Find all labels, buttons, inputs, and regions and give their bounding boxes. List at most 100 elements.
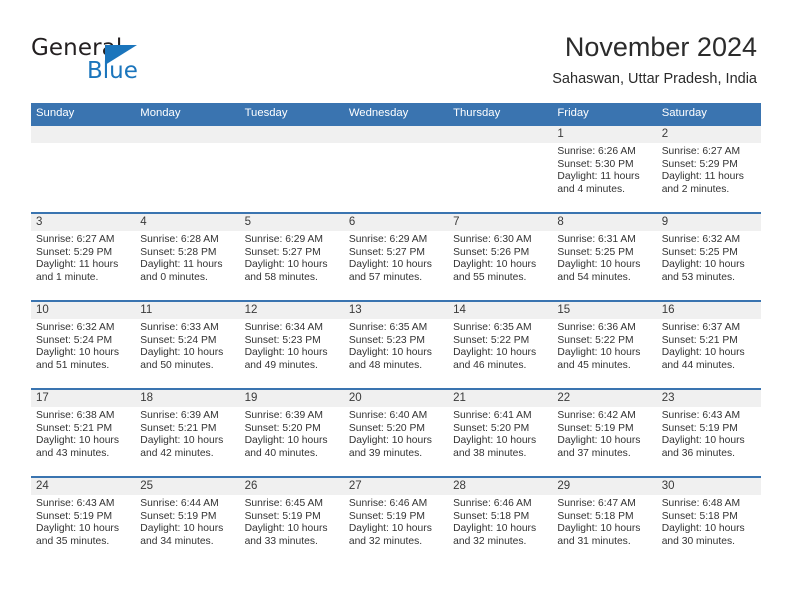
day-number: 18 — [140, 392, 154, 404]
sunset-text: Sunset: 5:19 PM — [348, 510, 425, 522]
sunrise-text: Sunrise: 6:39 AM — [244, 410, 323, 421]
day-number-band: 11 — [135, 302, 240, 319]
daylight-text: Daylight: 10 hours and 39 minutes. — [348, 435, 432, 459]
day-number: 9 — [661, 216, 669, 228]
calendar-day-cell[interactable]: 22 Sunrise: 6:42 AM Sunset: 5:19 PM Dayligh… — [552, 390, 657, 476]
day-number-band — [135, 126, 240, 143]
calendar-day-cell[interactable]: 17 Sunrise: 6:38 AM Sunset: 5:21 PM Dayligh… — [31, 390, 136, 476]
daylight-text: Daylight: 11 hours and 1 minute. — [36, 259, 119, 283]
sunrise-text: Sunrise: 6:32 AM — [661, 234, 741, 245]
day-number-band: 23 — [656, 390, 761, 407]
dow-saturday: Saturday — [661, 107, 707, 119]
sun-info: Sunrise: 6:34 AM Sunset: 5:23 PM Daylight:… — [240, 319, 344, 372]
calendar-day-cell-empty — [448, 126, 553, 212]
sun-info: Sunrise: 6:27 AM Sunset: 5:29 PM Daylight:… — [31, 231, 135, 284]
day-number-band: 10 — [31, 302, 136, 319]
sunrise-text: Sunrise: 6:35 AM — [453, 322, 532, 333]
calendar-day-cell[interactable]: 16 Sunrise: 6:37 AM Sunset: 5:21 PM Dayligh… — [656, 302, 761, 388]
sunrise-text: Sunrise: 6:41 AM — [453, 410, 532, 421]
dow-wednesday: Wednesday — [348, 107, 409, 119]
calendar-day-cell[interactable]: 21 Sunrise: 6:41 AM Sunset: 5:20 PM Dayligh… — [448, 390, 553, 476]
calendar-day-cell[interactable]: 26 Sunrise: 6:45 AM Sunset: 5:19 PM Dayligh… — [239, 478, 344, 568]
sunset-text: Sunset: 5:19 PM — [661, 422, 738, 434]
calendar-day-cell[interactable]: 20 Sunrise: 6:40 AM Sunset: 5:20 PM Dayligh… — [343, 390, 449, 476]
sun-info: Sunrise: 6:42 AM Sunset: 5:19 PM Daylight:… — [552, 407, 656, 460]
day-number: 13 — [348, 304, 362, 316]
sun-info: Sunrise: 6:39 AM Sunset: 5:20 PM Daylight:… — [240, 407, 344, 460]
calendar-day-cell[interactable]: 28 Sunrise: 6:46 AM Sunset: 5:18 PM Dayligh… — [448, 478, 553, 568]
calendar-day-cell[interactable]: 3 Sunrise: 6:27 AM Sunset: 5:29 PM Daylight… — [31, 214, 136, 300]
sun-info: Sunrise: 6:43 AM Sunset: 5:19 PM Daylight:… — [31, 495, 135, 548]
sun-info: Sunrise: 6:30 AM Sunset: 5:26 PM Daylight:… — [448, 231, 552, 284]
calendar-day-cell[interactable]: 23 Sunrise: 6:43 AM Sunset: 5:19 PM Dayligh… — [656, 390, 761, 476]
calendar-week-row: 1 Sunrise: 6:26 AM Sunset: 5:30 PM Daylight… — [31, 124, 761, 212]
sunset-text: Sunset: 5:18 PM — [453, 510, 530, 522]
calendar-day-cell[interactable]: 19 Sunrise: 6:39 AM Sunset: 5:20 PM Dayligh… — [239, 390, 344, 476]
sun-info: Sunrise: 6:39 AM Sunset: 5:21 PM Daylight:… — [135, 407, 239, 460]
daylight-text: Daylight: 10 hours and 34 minutes. — [140, 523, 224, 547]
calendar-day-cell[interactable]: 29 Sunrise: 6:47 AM Sunset: 5:18 PM Dayligh… — [552, 478, 657, 568]
calendar-day-cell[interactable]: 10 Sunrise: 6:32 AM Sunset: 5:24 PM Dayligh… — [31, 302, 136, 388]
calendar-day-cell[interactable]: 30 Sunrise: 6:48 AM Sunset: 5:18 PM Dayligh… — [656, 478, 761, 568]
calendar-day-cell[interactable]: 2 Sunrise: 6:27 AM Sunset: 5:29 PM Daylight… — [656, 126, 761, 212]
calendar-day-cell[interactable]: 24 Sunrise: 6:43 AM Sunset: 5:19 PM Dayligh… — [31, 478, 136, 568]
sunrise-text: Sunrise: 6:26 AM — [557, 146, 636, 157]
calendar-day-cell[interactable]: 9 Sunrise: 6:32 AM Sunset: 5:25 PM Daylight… — [656, 214, 761, 300]
day-number: 29 — [557, 480, 571, 492]
day-number-band: 24 — [31, 478, 136, 495]
daylight-text: Daylight: 10 hours and 35 minutes. — [36, 523, 119, 547]
calendar-day-cell[interactable]: 11 Sunrise: 6:33 AM Sunset: 5:24 PM Dayligh… — [135, 302, 240, 388]
day-number: 8 — [557, 216, 564, 228]
day-number-band: 18 — [135, 390, 240, 407]
calendar-day-cell[interactable]: 18 Sunrise: 6:39 AM Sunset: 5:21 PM Dayligh… — [135, 390, 240, 476]
calendar-day-cell[interactable]: 25 Sunrise: 6:44 AM Sunset: 5:19 PM Dayligh… — [135, 478, 240, 568]
sun-info: Sunrise: 6:32 AM Sunset: 5:24 PM Daylight:… — [31, 319, 135, 372]
calendar-day-cell[interactable]: 4 Sunrise: 6:28 AM Sunset: 5:28 PM Daylight… — [135, 214, 240, 300]
sun-info: Sunrise: 6:45 AM Sunset: 5:19 PM Daylight:… — [240, 495, 344, 548]
daylight-text: Daylight: 10 hours and 49 minutes. — [244, 347, 328, 371]
sunrise-text: Sunrise: 6:45 AM — [244, 498, 323, 509]
calendar-week-row: 24 Sunrise: 6:43 AM Sunset: 5:19 PM Dayligh… — [31, 476, 761, 568]
day-number: 12 — [244, 304, 258, 316]
calendar-day-cell[interactable]: 13 Sunrise: 6:35 AM Sunset: 5:23 PM Dayligh… — [343, 302, 449, 388]
daylight-text: Daylight: 10 hours and 30 minutes. — [661, 523, 745, 547]
daylight-text: Daylight: 10 hours and 53 minutes. — [661, 259, 745, 283]
sunrise-text: Sunrise: 6:37 AM — [661, 322, 741, 333]
sun-info: Sunrise: 6:28 AM Sunset: 5:28 PM Daylight:… — [135, 231, 239, 284]
day-of-week-header: Sunday Monday Tuesday Wednesday Thursday… — [31, 103, 761, 124]
logo-text-blue: Blue — [87, 58, 138, 84]
sun-info: Sunrise: 6:38 AM Sunset: 5:21 PM Daylight:… — [31, 407, 135, 460]
day-number-band: 5 — [239, 214, 344, 231]
day-number-band — [448, 126, 553, 143]
calendar-day-cell[interactable]: 15 Sunrise: 6:36 AM Sunset: 5:22 PM Dayligh… — [552, 302, 657, 388]
daylight-text: Daylight: 10 hours and 32 minutes. — [453, 523, 537, 547]
day-number: 4 — [140, 216, 147, 228]
sunset-text: Sunset: 5:20 PM — [348, 422, 425, 434]
page-title: November 2024 — [564, 32, 757, 62]
day-number: 7 — [453, 216, 460, 228]
sunrise-text: Sunrise: 6:38 AM — [36, 410, 115, 421]
daylight-text: Daylight: 10 hours and 51 minutes. — [36, 347, 119, 371]
sun-info: Sunrise: 6:29 AM Sunset: 5:27 PM Daylight:… — [344, 231, 448, 284]
calendar-day-cell-empty — [239, 126, 344, 212]
sunset-text: Sunset: 5:18 PM — [661, 510, 738, 522]
sun-info: Sunrise: 6:40 AM Sunset: 5:20 PM Daylight:… — [344, 407, 448, 460]
calendar-day-cell[interactable]: 5 Sunrise: 6:29 AM Sunset: 5:27 PM Daylight… — [239, 214, 344, 300]
calendar-day-cell[interactable]: 1 Sunrise: 6:26 AM Sunset: 5:30 PM Daylight… — [552, 126, 657, 212]
day-number: 16 — [661, 304, 675, 316]
day-number-band: 14 — [448, 302, 553, 319]
calendar-day-cell[interactable]: 27 Sunrise: 6:46 AM Sunset: 5:19 PM Dayligh… — [343, 478, 449, 568]
calendar-grid: Sunday Monday Tuesday Wednesday Thursday… — [31, 103, 761, 568]
general-blue-logo[interactable]: General Blue — [31, 35, 221, 90]
sun-info: Sunrise: 6:43 AM Sunset: 5:19 PM Daylight:… — [657, 407, 761, 460]
calendar-day-cell[interactable]: 12 Sunrise: 6:34 AM Sunset: 5:23 PM Dayligh… — [239, 302, 344, 388]
dow-thursday: Thursday — [453, 107, 501, 119]
sunrise-text: Sunrise: 6:43 AM — [661, 410, 741, 421]
calendar-day-cell[interactable]: 6 Sunrise: 6:29 AM Sunset: 5:27 PM Daylight… — [343, 214, 449, 300]
day-number-band — [31, 126, 136, 143]
calendar-day-cell[interactable]: 14 Sunrise: 6:35 AM Sunset: 5:22 PM Dayligh… — [448, 302, 553, 388]
calendar-day-cell[interactable]: 7 Sunrise: 6:30 AM Sunset: 5:26 PM Daylight… — [448, 214, 553, 300]
sunset-text: Sunset: 5:25 PM — [661, 246, 738, 258]
calendar-day-cell[interactable]: 8 Sunrise: 6:31 AM Sunset: 5:25 PM Daylight… — [552, 214, 657, 300]
sun-info: Sunrise: 6:48 AM Sunset: 5:18 PM Daylight:… — [657, 495, 761, 548]
